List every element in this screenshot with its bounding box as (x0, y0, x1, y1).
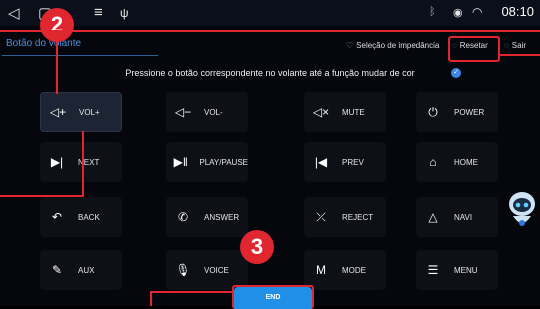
location-icon: ◉ (453, 7, 463, 19)
power-icon: ⏻ (428, 104, 438, 119)
button-label: POWER (454, 107, 485, 117)
menu-button[interactable]: ☰ MENU (416, 250, 498, 290)
assistant-robot-icon[interactable] (505, 190, 539, 236)
mute-icon: ◁× (312, 105, 330, 119)
button-label: VOL+ (79, 107, 100, 117)
play-pause-icon: ▶‖ (173, 155, 188, 169)
button-label: VOL- (204, 107, 223, 117)
play-pause-button[interactable]: ▶‖ PLAY/PAUSE (166, 142, 248, 182)
tab-underline (2, 55, 158, 56)
menu-list-icon: ☰ (427, 263, 439, 277)
menu-icon[interactable]: ≡ (94, 4, 103, 21)
answer-button[interactable]: ✆ ANSWER (166, 197, 248, 237)
impedance-link[interactable]: ♡ Seleção de impedância (346, 41, 439, 50)
annotation-line (500, 54, 540, 56)
annotation-line (0, 30, 540, 32)
button-label: MUTE (342, 107, 365, 117)
annotation-line (56, 40, 58, 94)
button-label: PLAY/PAUSE (199, 157, 248, 167)
end-highlight-box (232, 285, 314, 309)
mode-button[interactable]: M MODE (304, 250, 386, 290)
back-button[interactable]: ↶ BACK (40, 197, 122, 237)
back-triangle-icon[interactable]: ◁ (8, 4, 20, 22)
annotation-line (150, 291, 152, 306)
tab-steering-wheel[interactable]: Botão do volante (6, 38, 81, 49)
button-label: REJECT (342, 212, 374, 222)
impedance-label: Seleção de impedância (356, 41, 440, 50)
status-bar: ◁ ▢ ≡ ψ ᛒ ◉ ◠ 08:10 (0, 0, 540, 26)
button-label: BACK (78, 212, 100, 222)
back-arrow-icon: ↶ (51, 210, 63, 224)
voice-button[interactable]: 🎙 VOICE (166, 250, 248, 290)
bluetooth-icon: ᛒ (429, 6, 436, 18)
wifi-icon: ◠ (472, 5, 483, 19)
button-label: PREV (342, 157, 364, 167)
exit-button[interactable]: ◌ Sair (504, 41, 526, 50)
next-button[interactable]: ▶| NEXT (40, 142, 122, 182)
status-time: 08:10 (501, 4, 534, 19)
voice-icon: 🎙 (175, 263, 191, 277)
vol-down-button[interactable]: ◁− VOL- (166, 92, 248, 132)
navigation-icon: △ (428, 210, 438, 224)
phone-answer-icon: ✆ (177, 210, 189, 224)
button-label: AUX (78, 265, 95, 275)
vol-up-button[interactable]: ◁+ VOL+ (40, 92, 122, 132)
annotation-line (82, 131, 84, 197)
home-button[interactable]: ⌂ HOME (416, 142, 498, 182)
mode-icon: M (316, 263, 326, 277)
aux-button[interactable]: ✎ AUX (40, 250, 122, 290)
prev-button[interactable]: |◀ PREV (304, 142, 386, 182)
phone-reject-icon: ⤫ (316, 209, 326, 224)
home-icon: ⌂ (429, 155, 437, 169)
step-2-badge: 2 (40, 8, 74, 42)
power-button[interactable]: ⏻ POWER (416, 92, 498, 132)
check-icon: ✓ (451, 68, 461, 78)
impedance-icon: ♡ (346, 41, 354, 50)
button-label: NAVI (454, 212, 473, 222)
exit-label: Sair (511, 41, 526, 50)
navi-button[interactable]: △ NAVI (416, 197, 498, 237)
next-track-icon: ▶| (50, 155, 64, 169)
button-label: HOME (454, 157, 478, 167)
exit-icon: ◌ (504, 41, 509, 50)
aux-icon: ✎ (51, 263, 63, 277)
annotation-line (0, 195, 84, 197)
usb-icon: ψ (120, 6, 129, 20)
step-3-badge: 3 (240, 230, 274, 264)
prev-track-icon: |◀ (314, 155, 328, 169)
button-label: MENU (454, 265, 478, 275)
reject-button[interactable]: ⤫ REJECT (304, 197, 386, 237)
volume-down-icon: ◁− (174, 105, 192, 119)
button-label: MODE (342, 265, 366, 275)
annotation-line (150, 291, 232, 293)
mute-button[interactable]: ◁× MUTE (304, 92, 386, 132)
button-label: ANSWER (204, 212, 240, 222)
reset-highlight-box (448, 36, 500, 62)
button-label: VOICE (204, 265, 229, 275)
volume-up-icon: ◁+ (49, 105, 67, 119)
